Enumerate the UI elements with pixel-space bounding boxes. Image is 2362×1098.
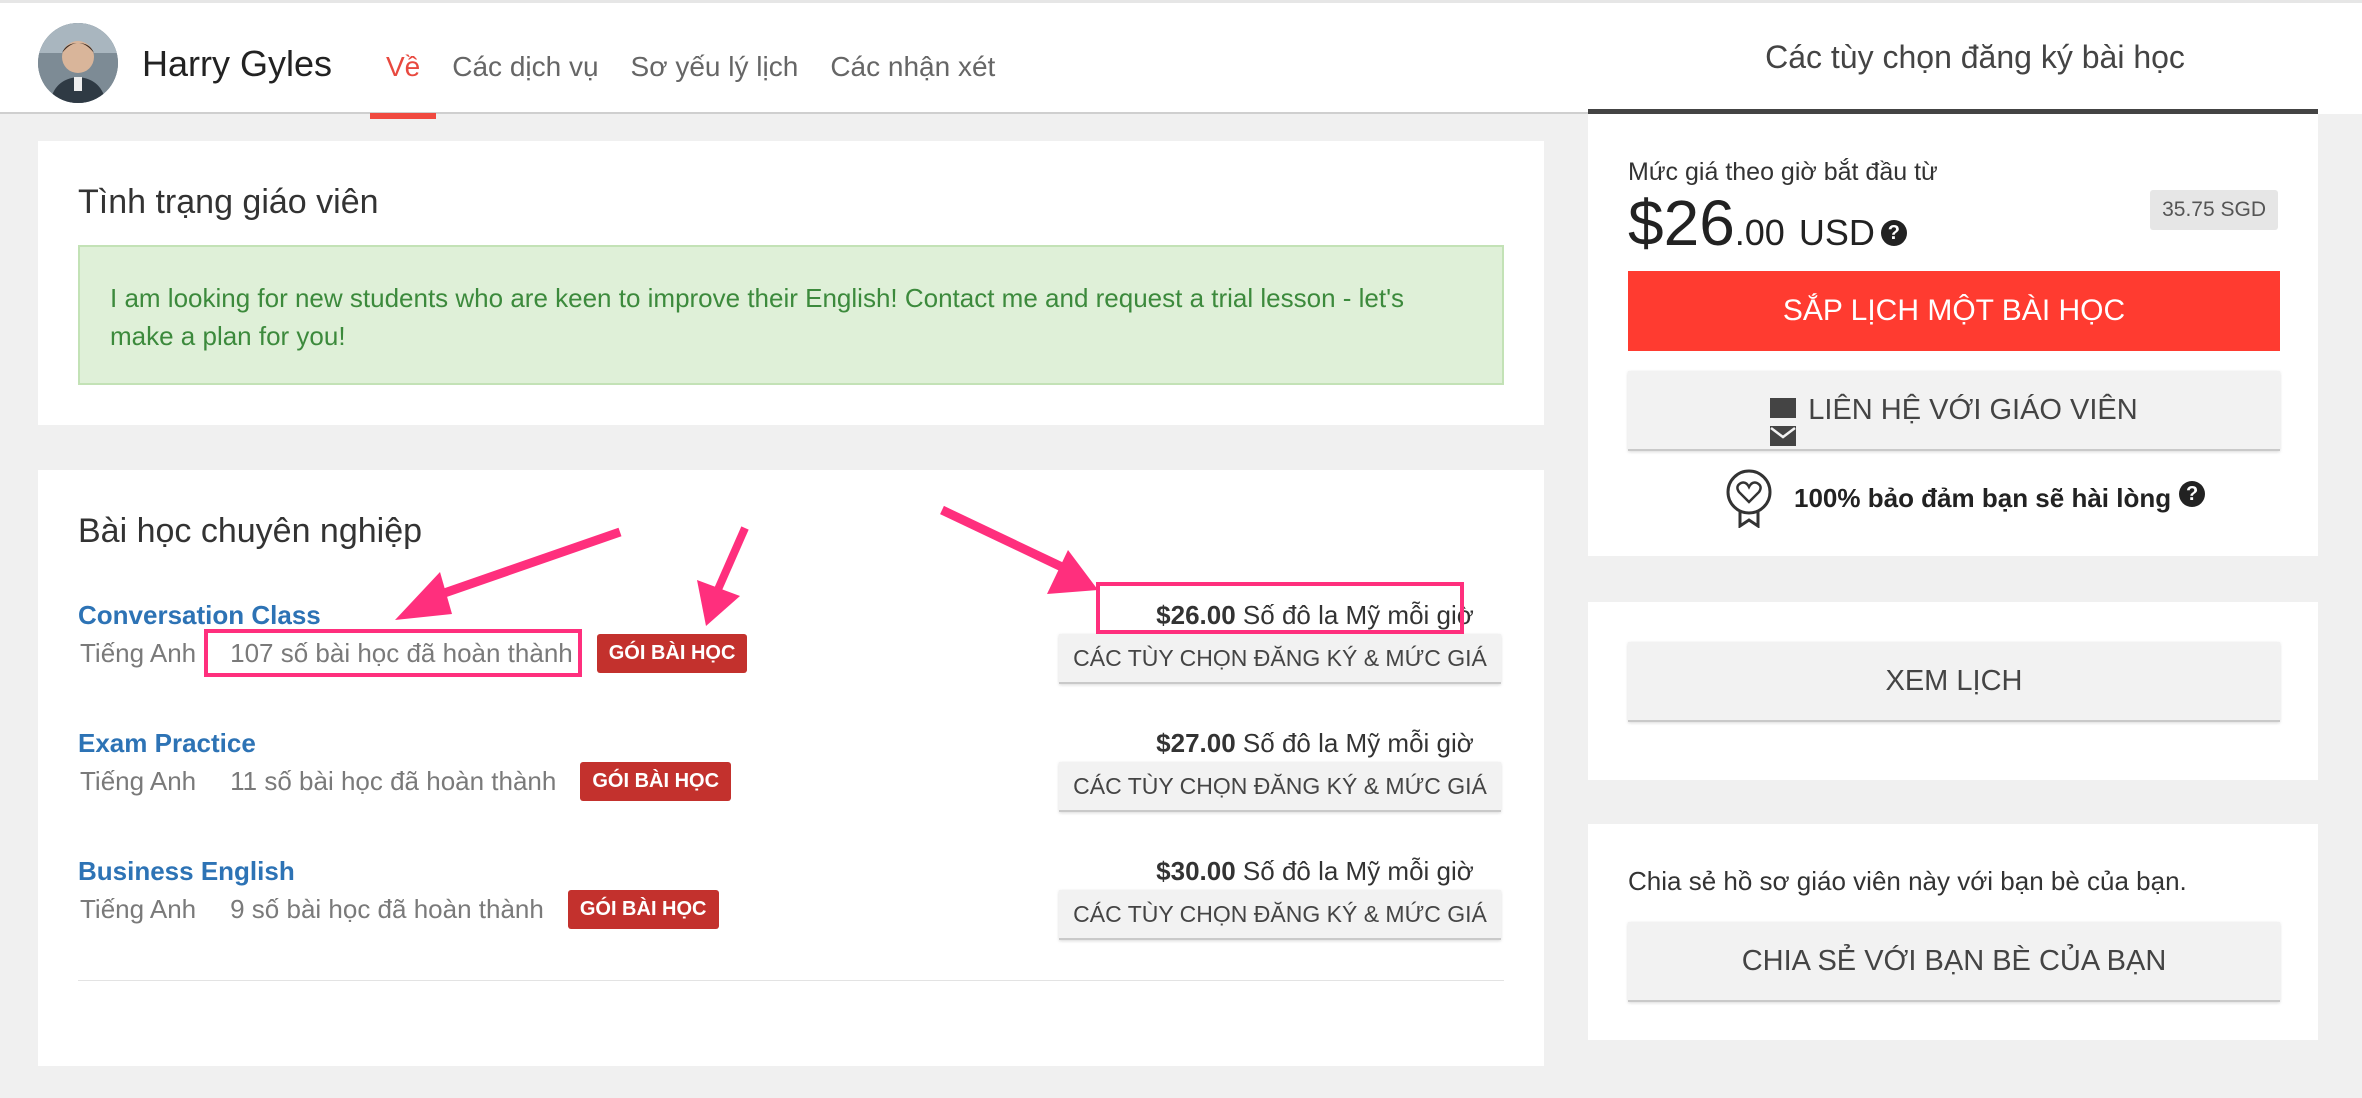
package-badge[interactable]: GÓI BÀI HỌC <box>596 634 748 673</box>
lesson-row: Exam Practice Tiếng Anh 11 số bài học đã… <box>38 728 1544 828</box>
lesson-price-amount: $30.00 <box>1156 856 1236 886</box>
status-message: I am looking for new students who are ke… <box>78 245 1504 385</box>
annotation-box-price <box>1096 582 1464 634</box>
status-title: Tình trạng giáo viên <box>78 183 379 221</box>
lesson-language: Tiếng Anh <box>80 894 197 924</box>
tab-about[interactable]: Về <box>370 3 437 119</box>
help-icon[interactable]: ? <box>1880 220 1907 246</box>
lesson-price: $27.00 Số đô la Mỹ mỗi giờ <box>1122 728 1508 759</box>
lesson-price-unit: Số đô la Mỹ mỗi giờ <box>1242 728 1474 758</box>
avatar-image <box>38 23 118 103</box>
lesson-meta: Tiếng Anh 9 số bài học đã hoàn thành GÓI… <box>80 890 719 929</box>
help-icon[interactable]: ? <box>2179 481 2206 507</box>
teacher-avatar[interactable] <box>38 23 118 103</box>
pricing-card: Mức giá theo giờ bắt đầu từ $26 .00 USD … <box>1588 114 2318 556</box>
lesson-language: Tiếng Anh <box>80 766 197 796</box>
book-lesson-button[interactable]: SẮP LỊCH MỘT BÀI HỌC <box>1628 271 2280 351</box>
teacher-status-card: Tình trạng giáo viên I am looking for ne… <box>38 141 1544 425</box>
lesson-completed-count: 11 số bài học đã hoàn thành <box>230 766 557 796</box>
teacher-name: Harry Gyles <box>142 43 333 84</box>
tab-reviews[interactable]: Các nhận xét <box>814 3 1011 117</box>
share-card: Chia sẻ hồ sơ giáo viên này với bạn bè c… <box>1588 824 2318 1040</box>
contact-teacher-label: LIÊN HỆ VỚI GIÁO VIÊN <box>1808 394 2138 426</box>
heart-ribbon-icon <box>1726 469 1772 528</box>
contact-teacher-button[interactable]: LIÊN HỆ VỚI GIÁO VIÊN <box>1628 371 2280 451</box>
professional-lessons-card: Bài học chuyên nghiệp Conversation Class… <box>38 470 1544 1066</box>
lesson-price: $30.00 Số đô la Mỹ mỗi giờ <box>1122 856 1508 887</box>
lesson-price-amount: $27.00 <box>1156 728 1236 758</box>
profile-tabs: Về Các dịch vụ Sơ yếu lý lịch Các nhận x… <box>370 3 1011 119</box>
share-text: Chia sẻ hồ sơ giáo viên này với bạn bè c… <box>1628 866 2187 896</box>
annotation-box-completed <box>204 629 582 677</box>
sidebar-header: Các tùy chọn đăng ký bài học <box>1588 0 2362 116</box>
lesson-language: Tiếng Anh <box>80 638 197 668</box>
price-cents: .00 <box>1734 212 1785 253</box>
pricing-options-button[interactable]: CÁC TÙY CHỌN ĐĂNG KÝ & MỨC GIÁ <box>1059 634 1501 684</box>
share-button[interactable]: CHIA SẺ VỚI BẠN BÈ CỦA BẠN <box>1628 922 2280 1002</box>
lesson-completed-count: 9 số bài học đã hoàn thành <box>230 894 544 924</box>
satisfaction-guarantee: 100% bảo đảm bạn sẽ hài lòng ? <box>1724 468 2206 528</box>
guarantee-text: 100% bảo đảm bạn sẽ hài lòng <box>1794 482 2172 513</box>
lesson-name-link[interactable]: Business English <box>78 856 295 887</box>
package-badge[interactable]: GÓI BÀI HỌC <box>567 890 719 929</box>
lesson-name-link[interactable]: Conversation Class <box>78 600 321 631</box>
price-currency: USD <box>1798 212 1875 253</box>
sidebar-header-title: Các tùy chọn đăng ký bài học <box>1765 39 2185 75</box>
view-schedule-button[interactable]: XEM LỊCH <box>1628 642 2280 722</box>
lesson-meta: Tiếng Anh 11 số bài học đã hoàn thành GÓ… <box>80 762 732 801</box>
top-bar: Harry Gyles Về Các dịch vụ Sơ yếu lý lịc… <box>0 0 1588 119</box>
lessons-divider <box>78 980 1504 981</box>
lessons-title: Bài học chuyên nghiệp <box>78 512 423 550</box>
pricing-options-button[interactable]: CÁC TÙY CHỌN ĐĂNG KÝ & MỨC GIÁ <box>1059 890 1501 940</box>
alt-currency-badge: 35.75 SGD <box>2150 190 2278 230</box>
tab-resume[interactable]: Sơ yếu lý lịch <box>615 3 815 117</box>
mail-icon <box>1770 398 1797 447</box>
lesson-name-link[interactable]: Exam Practice <box>78 728 256 759</box>
lesson-price-unit: Số đô la Mỹ mỗi giờ <box>1242 856 1474 886</box>
schedule-card: XEM LỊCH <box>1588 602 2318 780</box>
pricing-options-button[interactable]: CÁC TÙY CHỌN ĐĂNG KÝ & MỨC GIÁ <box>1059 762 1501 812</box>
price-dollars: $26 <box>1628 187 1735 259</box>
price-caption: Mức giá theo giờ bắt đầu từ <box>1628 158 1938 186</box>
package-badge[interactable]: GÓI BÀI HỌC <box>580 762 732 801</box>
lesson-row: Business English Tiếng Anh 9 số bài học … <box>38 856 1544 956</box>
price-display: $26 .00 USD ? <box>1628 186 1907 260</box>
tab-services[interactable]: Các dịch vụ <box>436 3 614 117</box>
